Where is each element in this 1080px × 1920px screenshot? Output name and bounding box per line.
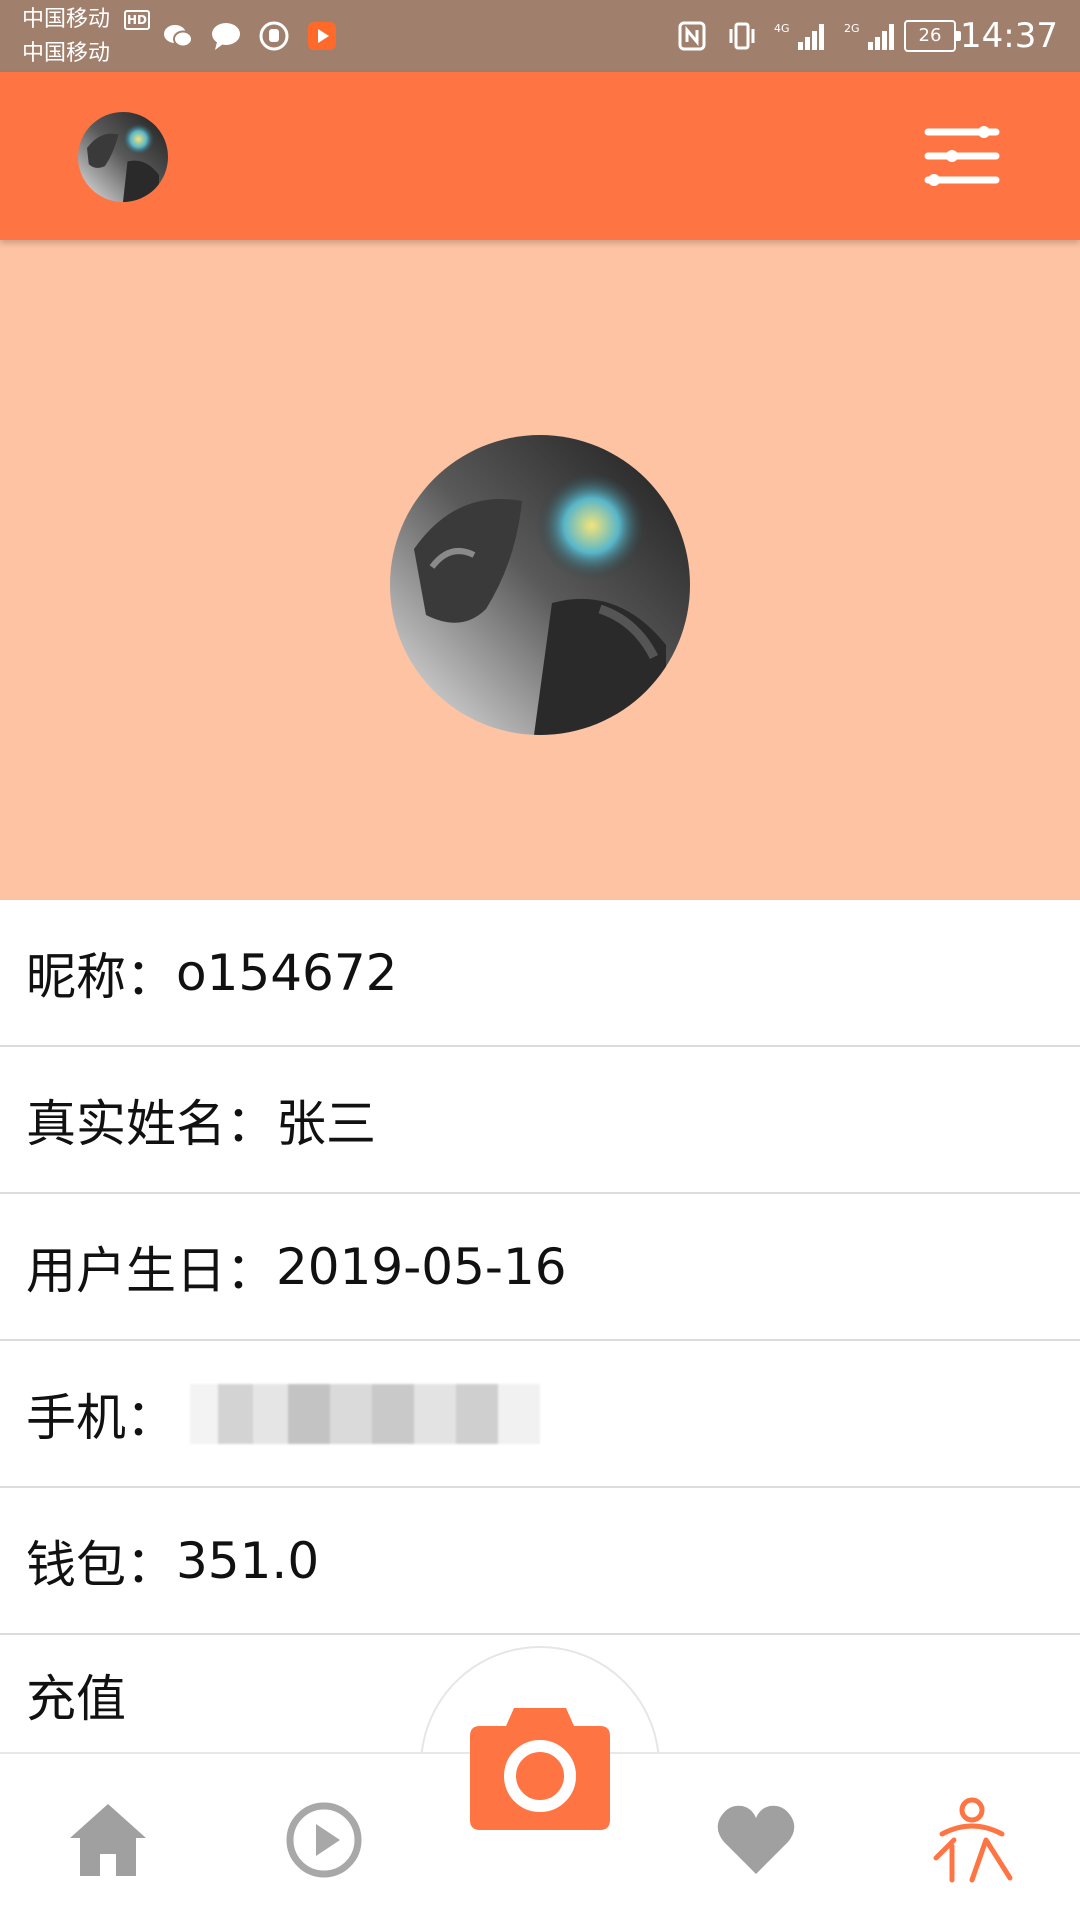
hand-icon [256, 20, 292, 52]
nav-profile[interactable] [922, 1790, 1022, 1890]
wallet-value: 351.0 [176, 1531, 320, 1590]
svg-text:2G: 2G [844, 22, 860, 35]
camera-button[interactable] [470, 1700, 610, 1832]
signal-2g-icon: 2G [844, 20, 900, 52]
nickname-row[interactable]: 昵称： o154672 [0, 900, 1080, 1047]
phone-row[interactable]: 手机： [0, 1341, 1080, 1488]
carrier-name-2: 中国移动 [22, 41, 111, 66]
svg-text:4G: 4G [774, 22, 790, 35]
birthday-row[interactable]: 用户生日： 2019-05-16 [0, 1194, 1080, 1341]
status-bar: 中国移动 HD 中国移动 4G 2G 26 14:37 [0, 0, 1080, 72]
profile-avatar-image [390, 435, 690, 735]
wechat-icon [160, 20, 196, 52]
video-app-icon [304, 20, 340, 52]
filter-settings-button[interactable] [922, 116, 1002, 196]
nav-favorites[interactable] [706, 1790, 806, 1890]
message-icon [208, 20, 244, 52]
nickname-label: 昵称： [26, 947, 176, 1006]
heart-icon [717, 1805, 795, 1874]
nfc-icon [674, 20, 710, 52]
system-icons: 4G 2G [674, 18, 900, 54]
carrier-name-1: 中国移动 [22, 7, 111, 32]
filter-settings-icon [924, 126, 1000, 186]
avatar[interactable] [78, 112, 168, 202]
birthday-label: 用户生日： [26, 1241, 276, 1300]
recharge-label: 充值 [26, 1670, 126, 1728]
real-name-value: 张三 [276, 1094, 376, 1153]
real-name-label: 真实姓名： [26, 1094, 276, 1153]
phone-value-redacted [190, 1383, 540, 1444]
profile-icon [933, 1797, 1013, 1883]
nickname-value: o154672 [176, 943, 398, 1002]
signal-4g-icon: 4G [774, 20, 830, 52]
home-icon [70, 1804, 146, 1876]
nav-play[interactable] [274, 1790, 374, 1890]
nav-home[interactable] [58, 1790, 158, 1890]
hd-badge: HD [124, 10, 150, 30]
status-time: 14:37 [960, 16, 1058, 56]
profile-header [0, 240, 1080, 900]
phone-label: 手机： [26, 1388, 176, 1447]
vibrate-icon [724, 20, 760, 52]
camera-icon [470, 1708, 610, 1830]
app-bar [0, 72, 1080, 240]
wallet-row[interactable]: 钱包： 351.0 [0, 1488, 1080, 1635]
wallet-label: 钱包： [26, 1535, 176, 1594]
birthday-value: 2019-05-16 [276, 1237, 567, 1296]
battery-icon: 26 [904, 20, 961, 52]
notification-icons [160, 18, 340, 54]
play-icon [286, 1802, 362, 1878]
avatar-image [78, 112, 168, 202]
user-info-list: 昵称： o154672 真实姓名： 张三 用户生日： 2019-05-16 手机… [0, 900, 1080, 1755]
profile-avatar[interactable] [390, 435, 690, 735]
real-name-row[interactable]: 真实姓名： 张三 [0, 1047, 1080, 1194]
